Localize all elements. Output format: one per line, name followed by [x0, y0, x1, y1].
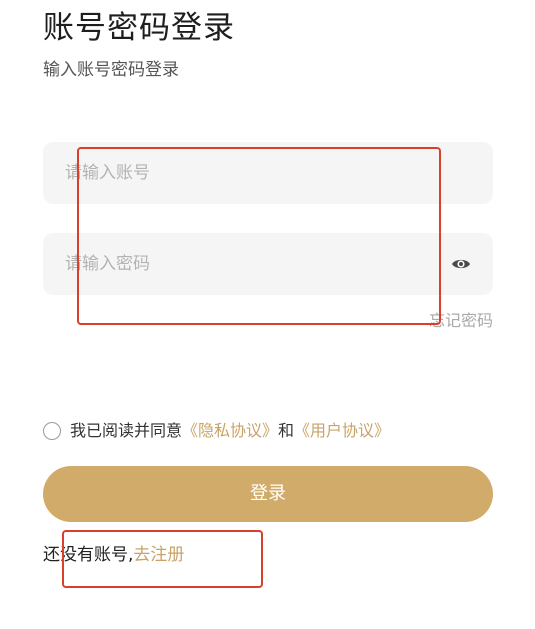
forgot-password-link[interactable]: 忘记密码 — [429, 310, 493, 332]
eye-icon[interactable] — [451, 255, 471, 273]
agreement-radio[interactable] — [43, 422, 61, 440]
eye-icon-graphic — [452, 259, 470, 269]
login-button[interactable]: 登录 — [43, 466, 493, 522]
register-link[interactable]: 去注册 — [133, 545, 184, 565]
account-field[interactable] — [43, 142, 493, 204]
register-prompt: 还没有账号, — [43, 545, 134, 565]
agreement-prefix: 我已阅读并同意 — [70, 421, 183, 440]
page-title: 账号密码登录 — [43, 10, 235, 46]
privacy-policy-link[interactable]: 《隐私协议》 — [182, 419, 278, 443]
password-input[interactable] — [65, 233, 435, 295]
user-agreement-link[interactable]: 《用户协议》 — [294, 419, 390, 443]
password-field[interactable] — [43, 233, 493, 295]
account-input[interactable] — [65, 142, 435, 204]
register-row: 还没有账号,去注册 — [43, 543, 184, 567]
agreement-conjunction: 和 — [278, 421, 295, 440]
agreement-row: 我已阅读并同意 《隐私协议》 和 《用户协议》 — [43, 419, 390, 443]
page-subtitle: 输入账号密码登录 — [43, 60, 179, 80]
